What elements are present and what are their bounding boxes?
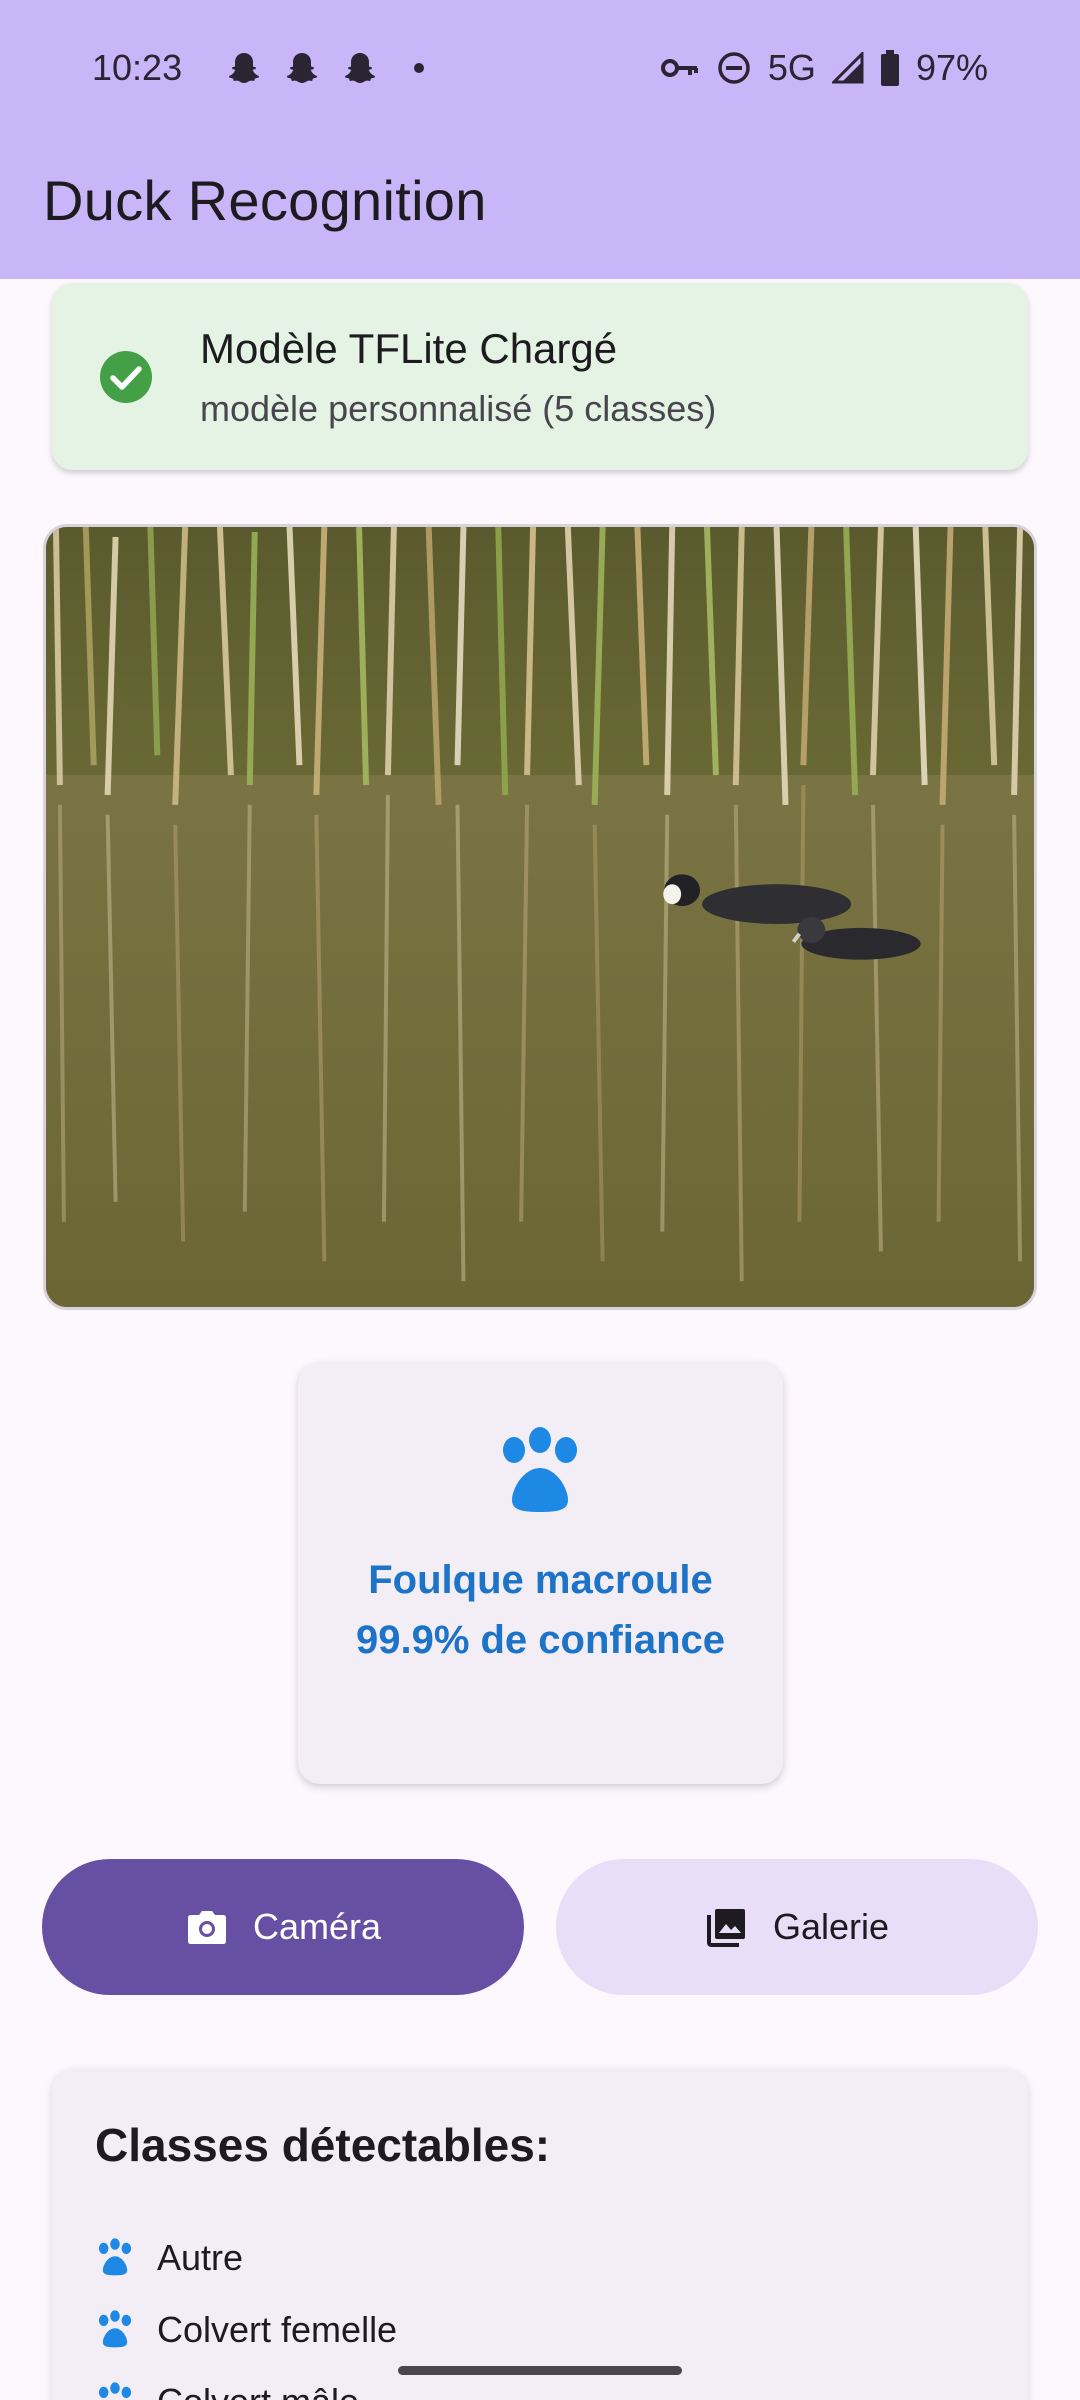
snapchat-icon (345, 52, 376, 83)
signal-icon (831, 51, 864, 83)
paw-icon (98, 2310, 132, 2348)
paw-icon (503, 1427, 577, 1512)
gallery-icon (706, 1909, 745, 1947)
do-not-disturb-icon (718, 51, 750, 84)
camera-button[interactable]: Caméra (42, 1859, 524, 1995)
model-status-subtitle: modèle personnalisé (5 classes) (200, 388, 717, 429)
list-item: Colvert femelle (95, 2294, 397, 2366)
vpn-key-icon (660, 58, 698, 77)
list-item: Colvert mâle (95, 2366, 397, 2400)
class-label: Colvert femelle (157, 2309, 398, 2350)
camera-icon (187, 1911, 226, 1944)
list-item: Autre (95, 2222, 397, 2294)
check-circle-icon (100, 351, 152, 403)
status-time: 10:23 (92, 46, 183, 88)
paw-icon (98, 2238, 132, 2276)
detectable-classes-card: Classes détectables: Autre Colvert femel… (52, 2068, 1028, 2400)
classes-title: Classes détectables: (95, 2119, 551, 2171)
app-bar: 10:23 5G 97% Duck Recognition (0, 0, 1080, 279)
class-list: Autre Colvert femelle Colvert mâle (95, 2222, 397, 2400)
gallery-button-label: Galerie (772, 1906, 890, 1947)
snapchat-icon (287, 52, 318, 83)
class-label: Colvert mâle (157, 2381, 359, 2400)
network-type: 5G (767, 46, 816, 88)
predicted-species: Foulque macroule (368, 1558, 713, 1602)
prediction-result-card: Foulque macroule 99.9% de confiance (298, 1362, 783, 1784)
model-status-title: Modèle TFLite Chargé (200, 325, 618, 372)
status-bar: 10:23 5G 97% (0, 0, 1080, 135)
battery-percent: 97% (915, 46, 988, 88)
home-gesture-bar[interactable] (398, 2366, 682, 2375)
prediction-confidence: 99.9% de confiance (355, 1618, 726, 1662)
class-label: Autre (157, 2237, 244, 2278)
battery-icon (880, 49, 899, 86)
model-status-card: Modèle TFLite Chargé modèle personnalisé… (52, 283, 1028, 470)
snapchat-icon (229, 52, 260, 83)
notification-dot-icon (414, 62, 425, 73)
camera-button-label: Caméra (252, 1906, 382, 1947)
selected-photo (43, 524, 1037, 1310)
photo-image (46, 527, 1034, 1307)
gallery-button[interactable]: Galerie (556, 1859, 1038, 1995)
page-title: Duck Recognition (43, 169, 487, 232)
paw-icon (98, 2382, 132, 2399)
